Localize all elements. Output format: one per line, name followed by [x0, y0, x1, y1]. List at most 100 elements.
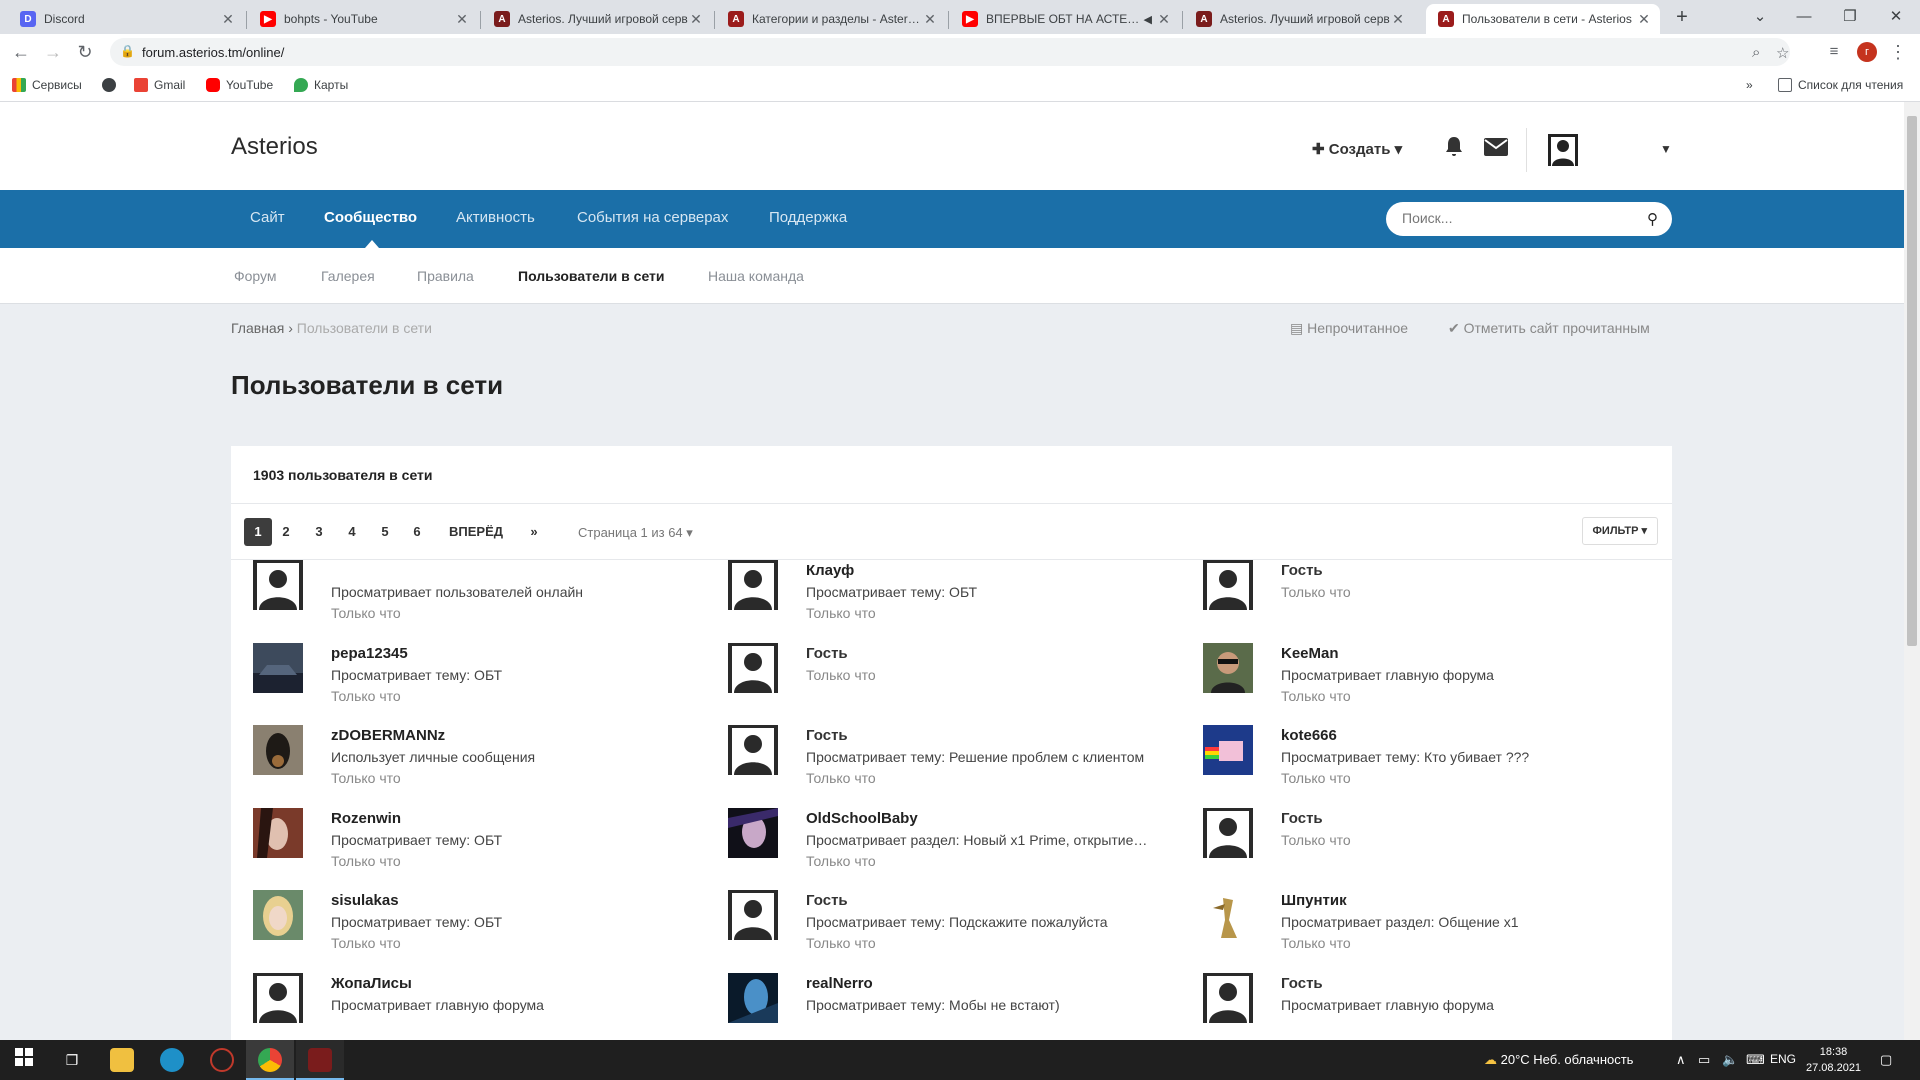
subnav-item-online-users[interactable]: Пользователи в сети	[518, 268, 665, 284]
user-name[interactable]: zDOBERMANNz	[331, 727, 445, 744]
volume-icon[interactable]: 🔈	[1722, 1052, 1738, 1068]
close-icon[interactable]: ✕	[922, 11, 938, 28]
user-activity[interactable]: Использует личные сообщения	[331, 749, 535, 765]
media-icon[interactable]: ≡	[1822, 40, 1846, 64]
language-indicator[interactable]: ENG	[1770, 1052, 1796, 1066]
game-launcher-icon[interactable]	[210, 1048, 234, 1072]
page-link-1[interactable]: 1	[244, 518, 272, 546]
chrome-icon[interactable]	[258, 1048, 282, 1072]
page-link-6[interactable]: 6	[403, 518, 431, 546]
nav-item-site[interactable]: Сайт	[250, 209, 285, 226]
user-activity[interactable]: Просматривает главную форума	[1281, 997, 1494, 1013]
close-icon[interactable]: ✕	[220, 11, 236, 28]
user-activity[interactable]: Просматривает тему: Решение проблем с кл…	[806, 749, 1144, 765]
search-input[interactable]	[1402, 210, 1632, 226]
user-activity[interactable]: Просматривает тему: Подскажите пожалуйст…	[806, 914, 1108, 930]
nav-item-community[interactable]: Сообщество	[324, 209, 417, 226]
browser-tab[interactable]: A Asterios. Лучший игровой серв ✕	[482, 4, 712, 34]
user-activity[interactable]: Просматривает тему: ОБТ	[806, 584, 977, 600]
close-icon[interactable]: ✕	[1636, 11, 1652, 28]
user-name[interactable]: ЖопаЛисы	[331, 975, 412, 992]
user-name[interactable]: pepa12345	[331, 645, 408, 662]
subnav-item-rules[interactable]: Правила	[417, 268, 474, 284]
scrollbar-thumb[interactable]	[1907, 116, 1917, 646]
user-avatar[interactable]	[253, 560, 303, 610]
next-page-link[interactable]: ВПЕРЁД	[449, 518, 503, 546]
create-button[interactable]: ✚ Создать ▾	[1312, 140, 1402, 158]
browser-tab-active[interactable]: A Пользователи в сети - Asterios ✕	[1426, 4, 1660, 34]
menu-icon[interactable]: ⋮	[1886, 40, 1910, 64]
network-icon[interactable]: ▭	[1698, 1052, 1710, 1068]
nav-item-support[interactable]: Поддержка	[769, 209, 847, 226]
browser-tab[interactable]: ▶ bohpts - YouTube ✕	[248, 4, 478, 34]
page-link-2[interactable]: 2	[272, 518, 300, 546]
notifications-icon[interactable]: ▢	[1880, 1052, 1892, 1068]
close-icon[interactable]: ✕	[1390, 11, 1406, 28]
asterios-app-icon[interactable]	[308, 1048, 332, 1072]
user-avatar[interactable]	[1203, 725, 1253, 775]
subnav-item-team[interactable]: Наша команда	[708, 268, 804, 284]
unread-link[interactable]: ▤ Непрочитанное	[1290, 320, 1408, 337]
windows-start-icon[interactable]	[12, 1048, 36, 1072]
caret-down-icon[interactable]: ▼	[1660, 142, 1672, 156]
user-name[interactable]: KeeMan	[1281, 645, 1339, 662]
user-avatar[interactable]	[253, 643, 303, 693]
user-activity[interactable]: Просматривает тему: Кто убивает ???	[1281, 749, 1529, 765]
restore-button[interactable]: ❐	[1828, 4, 1872, 30]
nav-item-activity[interactable]: Активность	[456, 209, 535, 226]
last-page-link[interactable]: »	[520, 518, 548, 546]
nav-item-server-events[interactable]: События на серверах	[577, 209, 728, 226]
user-avatar[interactable]	[728, 973, 778, 1023]
address-bar[interactable]: 🔒 forum.asterios.tm/online/ ⌕ ☆	[110, 38, 1790, 66]
close-icon[interactable]: ✕	[1156, 11, 1172, 28]
user-name[interactable]: Rozenwin	[331, 810, 401, 827]
bookmark-maps[interactable]: Карты	[294, 78, 348, 92]
user-activity[interactable]: Просматривает главную форума	[331, 997, 544, 1013]
new-tab-button[interactable]: +	[1660, 4, 1704, 30]
minimize-button[interactable]: —	[1782, 4, 1826, 30]
bookmark-services[interactable]: Сервисы	[12, 78, 82, 92]
filter-button[interactable]: ФИЛЬТР ▾	[1581, 517, 1658, 545]
page-scrollbar[interactable]	[1904, 102, 1920, 1040]
user-activity[interactable]: Просматривает тему: ОБТ	[331, 667, 502, 683]
user-activity[interactable]: Просматривает тему: ОБТ	[331, 914, 502, 930]
bookmark-globe[interactable]	[102, 78, 122, 92]
bookmark-gmail[interactable]: Gmail	[134, 78, 185, 92]
file-explorer-icon[interactable]	[110, 1048, 134, 1072]
user-avatar[interactable]	[1203, 890, 1253, 940]
envelope-icon[interactable]	[1484, 138, 1508, 162]
user-avatar[interactable]	[728, 560, 778, 610]
mark-read-link[interactable]: ✔ Отметить сайт прочитанным	[1448, 320, 1650, 337]
user-activity[interactable]: Просматривает тему: ОБТ	[331, 832, 502, 848]
close-window-button[interactable]: ✕	[1874, 4, 1918, 30]
breadcrumb-home[interactable]: Главная	[231, 320, 284, 336]
user-avatar[interactable]	[1203, 643, 1253, 693]
back-arrow-icon[interactable]: ←	[9, 40, 33, 64]
user-activity[interactable]: Просматривает тему: Мобы не встают)	[806, 997, 1060, 1013]
forward-arrow-icon[interactable]: →	[41, 40, 65, 64]
user-activity[interactable]: Просматривает главную форума	[1281, 667, 1494, 683]
user-name[interactable]: Клауф	[806, 562, 854, 579]
tab-search-icon[interactable]: ⌄	[1738, 4, 1782, 30]
weather-widget[interactable]: ☁ 20°C Неб. облачность	[1484, 1052, 1633, 1068]
star-icon[interactable]: ☆	[1776, 44, 1789, 62]
subnav-item-gallery[interactable]: Галерея	[321, 268, 375, 284]
user-avatar[interactable]	[253, 808, 303, 858]
tray-chevron-icon[interactable]: ∧	[1676, 1052, 1686, 1068]
mute-icon[interactable]: ◀	[1144, 13, 1152, 26]
reload-icon[interactable]: ↻	[73, 40, 97, 64]
user-activity[interactable]: Просматривает пользователей онлайн	[331, 584, 583, 600]
user-name[interactable]: realNerro	[806, 975, 873, 992]
user-name[interactable]: kote666	[1281, 727, 1337, 744]
task-view-icon[interactable]: ❐	[60, 1048, 84, 1072]
close-icon[interactable]: ✕	[688, 11, 704, 28]
zoom-icon[interactable]: ⌕	[1752, 44, 1760, 61]
user-activity[interactable]: Просматривает раздел: Новый x1 Prime, от…	[806, 832, 1147, 848]
page-link-5[interactable]: 5	[371, 518, 399, 546]
close-icon[interactable]: ✕	[454, 11, 470, 28]
subnav-item-forum[interactable]: Форум	[234, 268, 277, 284]
user-activity[interactable]: Просматривает раздел: Общение x1	[1281, 914, 1518, 930]
reading-list[interactable]: Список для чтения	[1778, 78, 1903, 92]
user-avatar[interactable]	[728, 808, 778, 858]
browser-tab[interactable]: ▶ ВПЕРВЫЕ ОБТ НА АСТЕРИО ◀ ✕	[950, 4, 1180, 34]
